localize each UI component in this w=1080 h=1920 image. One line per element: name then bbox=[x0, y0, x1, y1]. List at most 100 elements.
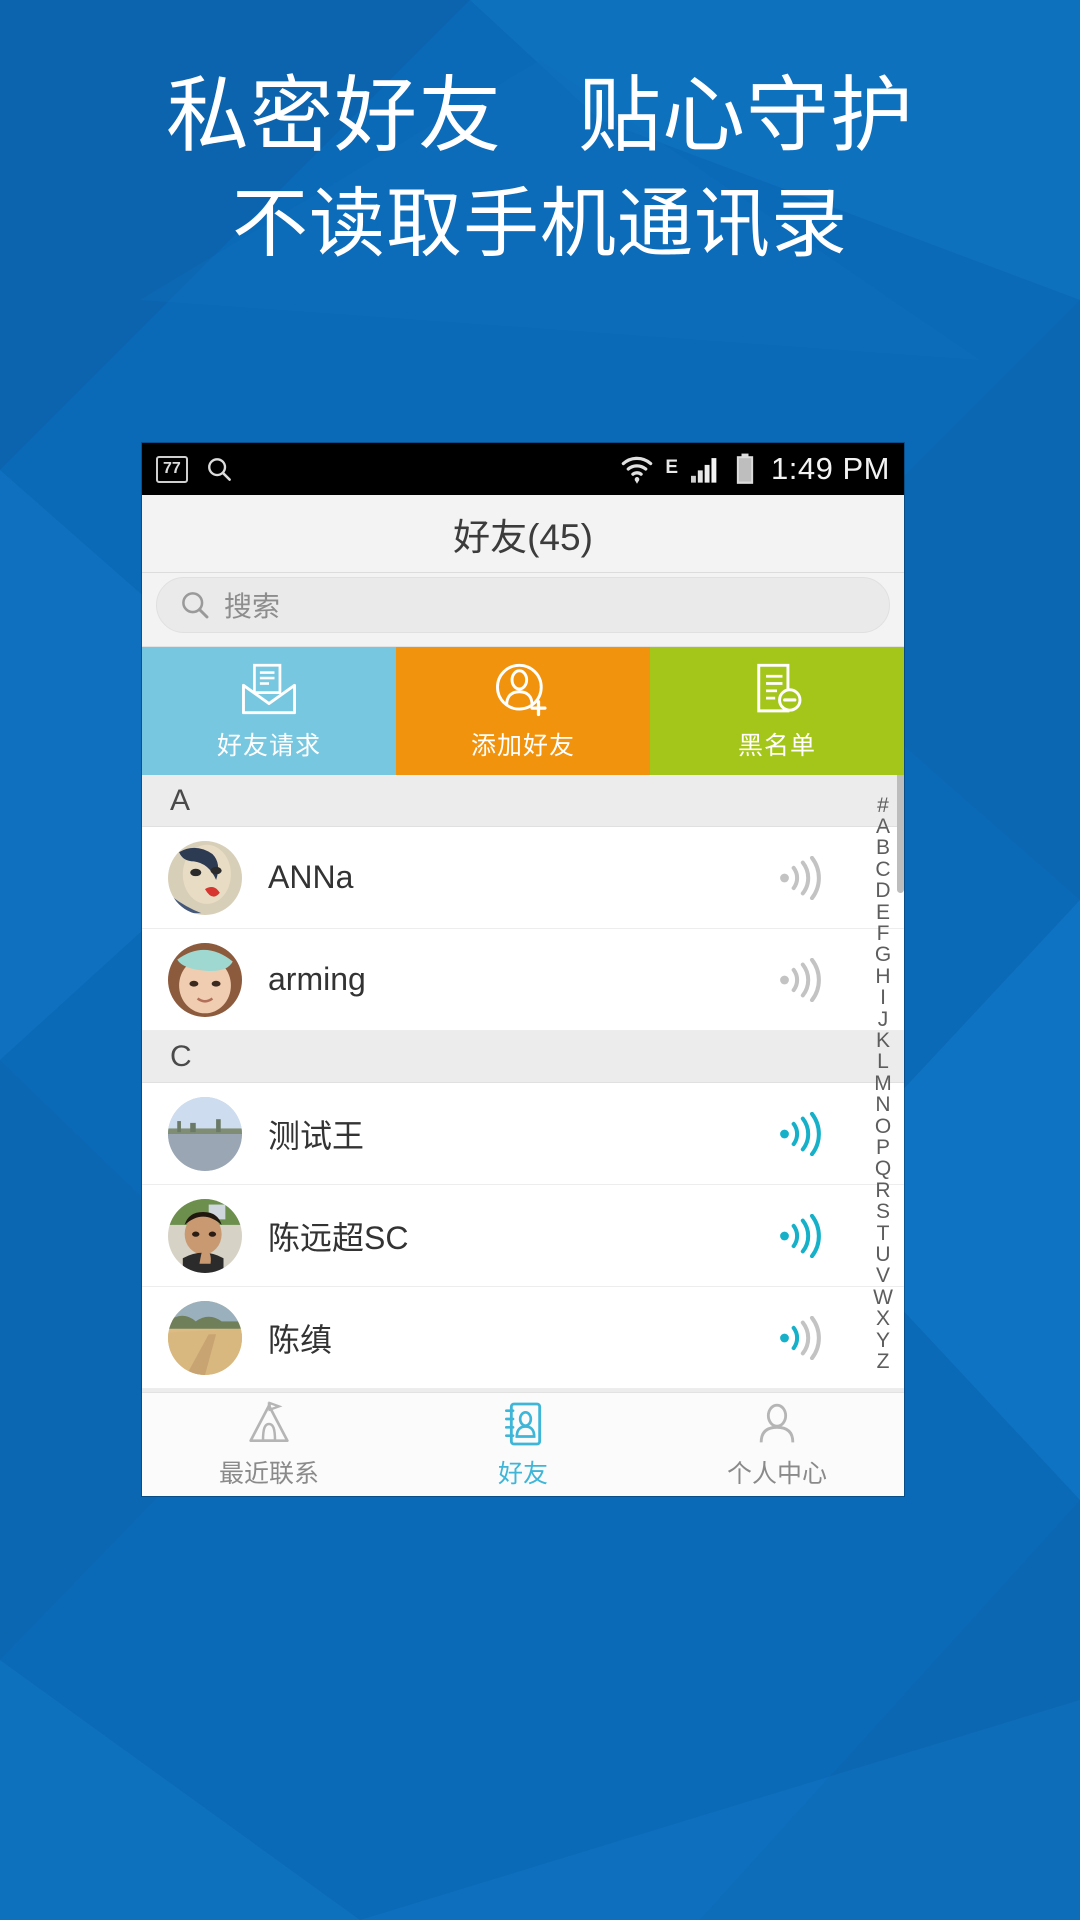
alphabet-index-letter[interactable]: K bbox=[876, 1030, 890, 1052]
nav-profile-label: 个人中心 bbox=[726, 1459, 827, 1488]
avatar bbox=[168, 840, 242, 915]
envelope-document-icon bbox=[242, 663, 296, 714]
voice-wave-button[interactable] bbox=[774, 855, 828, 900]
voice-wave-button[interactable] bbox=[774, 957, 828, 1002]
alphabet-index-letter[interactable]: S bbox=[876, 1201, 890, 1223]
bottom-navigation-bar: 最近联系 好友 个人中心 bbox=[142, 1392, 904, 1496]
alphabet-index-letter[interactable]: Q bbox=[875, 1158, 891, 1180]
alphabet-index-letter[interactable]: U bbox=[875, 1244, 890, 1266]
contact-name: arming bbox=[268, 961, 366, 997]
voice-wave-button[interactable] bbox=[774, 1213, 828, 1258]
tent-camp-icon bbox=[249, 1400, 289, 1442]
nav-recent-contacts[interactable]: 最近联系 bbox=[142, 1393, 396, 1496]
promo-line1-gap bbox=[502, 74, 578, 157]
avatar bbox=[168, 1300, 242, 1375]
page-title: 好友(45) bbox=[453, 516, 593, 558]
status-bar: 77 E 1:49 PM bbox=[142, 443, 904, 495]
alphabet-index-letter[interactable]: # bbox=[877, 794, 889, 816]
alphabet-index-letter[interactable]: H bbox=[875, 965, 890, 987]
alphabet-index-letter[interactable]: Z bbox=[877, 1351, 890, 1373]
contact-name: 测试王 bbox=[268, 1117, 365, 1154]
document-minus-icon bbox=[757, 663, 802, 712]
promo-line2: 不读取手机通讯录 bbox=[232, 182, 848, 267]
nav-recent-contacts-label: 最近联系 bbox=[218, 1459, 319, 1488]
avatar bbox=[168, 1198, 242, 1273]
status-bar-left: 77 bbox=[156, 454, 234, 484]
battery-icon bbox=[736, 453, 754, 484]
quick-actions-bar: 好友请求 添加好友 黑名单 bbox=[142, 647, 904, 775]
alphabet-index-letter[interactable]: D bbox=[875, 880, 890, 902]
contact-name: ANNa bbox=[268, 859, 354, 895]
alphabet-index-letter[interactable]: A bbox=[876, 816, 890, 838]
status-bar-right: E 1:49 PM bbox=[620, 451, 890, 487]
app-title-bar: 好友(45) bbox=[142, 495, 904, 573]
voice-wave-icon[interactable] bbox=[774, 1213, 828, 1258]
alphabet-index[interactable]: # A B C D E F G H I J K L M N O P Q R S T U V W X Y Z bbox=[866, 775, 900, 1392]
voice-wave-icon[interactable] bbox=[774, 855, 828, 900]
blacklist-button[interactable]: 黑名单 bbox=[650, 647, 904, 775]
status-bar-clock: 1:49 PM bbox=[771, 451, 890, 486]
search-icon bbox=[207, 458, 231, 481]
avatar bbox=[168, 1096, 242, 1171]
alphabet-index-letter[interactable]: F bbox=[877, 923, 890, 945]
alphabet-index-letter[interactable]: M bbox=[874, 1072, 892, 1094]
search-bar-container: 搜索 bbox=[142, 573, 904, 647]
alphabet-index-letter[interactable]: I bbox=[880, 987, 886, 1009]
contact-row[interactable]: 陈远超SC bbox=[142, 1185, 904, 1287]
contact-row[interactable]: 测试王 bbox=[142, 1083, 904, 1185]
alphabet-index-letter[interactable]: P bbox=[876, 1137, 890, 1159]
alphabet-index-letter[interactable]: W bbox=[873, 1286, 893, 1308]
contact-row[interactable]: ANNa bbox=[142, 827, 904, 929]
contact-name: 陈远超SC bbox=[268, 1219, 409, 1256]
alphabet-index-letter[interactable]: E bbox=[876, 901, 890, 923]
alphabet-index-letter[interactable]: X bbox=[876, 1308, 890, 1330]
contact-list-rows: AANNaarmingC测试王陈远超SC陈缜D邓维杰SC bbox=[142, 775, 904, 1392]
alphabet-index-letter[interactable]: N bbox=[875, 1094, 890, 1116]
alphabet-index-letter[interactable]: O bbox=[875, 1115, 891, 1137]
friend-requests-label: 好友请求 bbox=[216, 731, 321, 760]
section-header: D bbox=[142, 1389, 904, 1392]
voice-wave-button[interactable] bbox=[774, 1111, 828, 1156]
voice-wave-icon[interactable] bbox=[774, 1111, 828, 1156]
notification-count-badge: 77 bbox=[156, 455, 188, 483]
person-icon bbox=[759, 1403, 795, 1442]
voice-wave-icon[interactable] bbox=[774, 1315, 828, 1360]
voice-wave-button[interactable] bbox=[774, 1315, 828, 1360]
avatar bbox=[168, 942, 242, 1017]
nav-friends-label: 好友 bbox=[497, 1459, 548, 1488]
nav-friends[interactable]: 好友 bbox=[396, 1393, 650, 1496]
alphabet-index-letter[interactable]: T bbox=[877, 1222, 890, 1244]
phone-screenshot: 77 E 1:49 PM 好友(45) 搜索 好友请求 添加好友 黑名单 A A… bbox=[142, 443, 904, 1496]
network-type-label: E bbox=[665, 457, 679, 478]
alphabet-index-letter[interactable]: B bbox=[876, 837, 890, 859]
contact-name: 陈缜 bbox=[268, 1321, 333, 1358]
signal-bars-icon bbox=[691, 458, 717, 483]
alphabet-index-letter[interactable]: J bbox=[878, 1008, 889, 1030]
contact-list[interactable]: AANNaarmingC测试王陈远超SC陈缜D邓维杰SC #ABCDEFGHIJ… bbox=[142, 775, 904, 1392]
promo-headline: 私密好友 贴心守护 不读取手机通讯录 bbox=[0, 0, 1080, 330]
alphabet-index-letter[interactable]: G bbox=[875, 944, 891, 966]
alphabet-index-letter[interactable]: R bbox=[875, 1179, 890, 1201]
section-header-label: A bbox=[170, 783, 191, 817]
contact-row[interactable]: 陈缜 bbox=[142, 1287, 904, 1389]
person-add-icon bbox=[496, 663, 547, 716]
section-header: A bbox=[142, 775, 904, 827]
add-friend-label: 添加好友 bbox=[470, 731, 575, 760]
contact-row[interactable]: arming bbox=[142, 929, 904, 1031]
wifi-icon bbox=[622, 456, 653, 484]
alphabet-index-letter[interactable]: Y bbox=[876, 1329, 890, 1351]
promo-line1-part-b: 贴心守护 bbox=[578, 69, 914, 162]
friend-requests-button[interactable]: 好友请求 bbox=[142, 647, 396, 775]
section-header-label: C bbox=[170, 1039, 192, 1073]
add-friend-button[interactable]: 添加好友 bbox=[396, 647, 650, 775]
search-icon bbox=[182, 591, 209, 618]
alphabet-index-letter[interactable]: V bbox=[876, 1265, 890, 1287]
contact-book-icon bbox=[505, 1402, 542, 1445]
alphabet-index-letter[interactable]: C bbox=[875, 858, 890, 880]
nav-profile[interactable]: 个人中心 bbox=[650, 1393, 904, 1496]
alphabet-index-letter[interactable]: L bbox=[877, 1051, 889, 1073]
search-input[interactable]: 搜索 bbox=[156, 576, 890, 633]
voice-wave-icon[interactable] bbox=[774, 957, 828, 1002]
search-placeholder: 搜索 bbox=[224, 590, 281, 622]
blacklist-label: 黑名单 bbox=[737, 731, 816, 760]
